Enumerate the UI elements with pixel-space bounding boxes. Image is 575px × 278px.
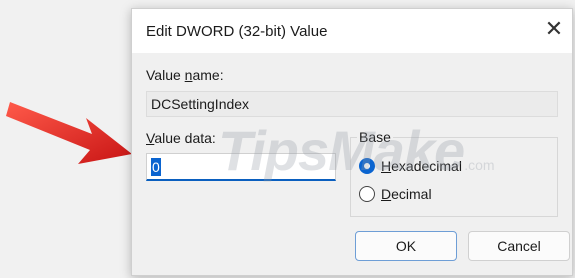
radio-decimal-label: Decimal bbox=[381, 186, 432, 202]
base-group-title: Base bbox=[357, 129, 393, 145]
dialog-title: Edit DWORD (32-bit) Value bbox=[146, 23, 328, 40]
value-data-selected-text: 0 bbox=[151, 158, 161, 176]
red-arrow-icon bbox=[6, 102, 132, 164]
radio-hexadecimal-label: Hexadecimal bbox=[381, 158, 462, 174]
radio-hexadecimal[interactable]: Hexadecimal bbox=[359, 156, 462, 176]
value-name-field[interactable]: DCSettingIndex bbox=[146, 91, 558, 117]
dialog-body: Value name: DCSettingIndex Value data: 0… bbox=[132, 53, 572, 275]
title-bar: Edit DWORD (32-bit) Value ✕ bbox=[132, 9, 572, 53]
radio-unselected-icon bbox=[359, 186, 375, 202]
value-data-label: Value data: bbox=[146, 130, 216, 146]
edit-dword-dialog: Edit DWORD (32-bit) Value ✕ Value name: … bbox=[131, 8, 573, 276]
value-name-label: Value name: bbox=[146, 67, 224, 83]
ok-button[interactable]: OK bbox=[355, 231, 457, 261]
close-icon[interactable]: ✕ bbox=[542, 17, 566, 41]
cancel-button[interactable]: Cancel bbox=[468, 231, 570, 261]
value-data-input[interactable]: 0 bbox=[146, 153, 336, 181]
base-group: Base Hexadecimal Decimal bbox=[350, 129, 558, 217]
screenshot-stage: Edit DWORD (32-bit) Value ✕ Value name: … bbox=[0, 0, 575, 278]
radio-selected-icon bbox=[359, 158, 375, 174]
radio-decimal[interactable]: Decimal bbox=[359, 184, 432, 204]
